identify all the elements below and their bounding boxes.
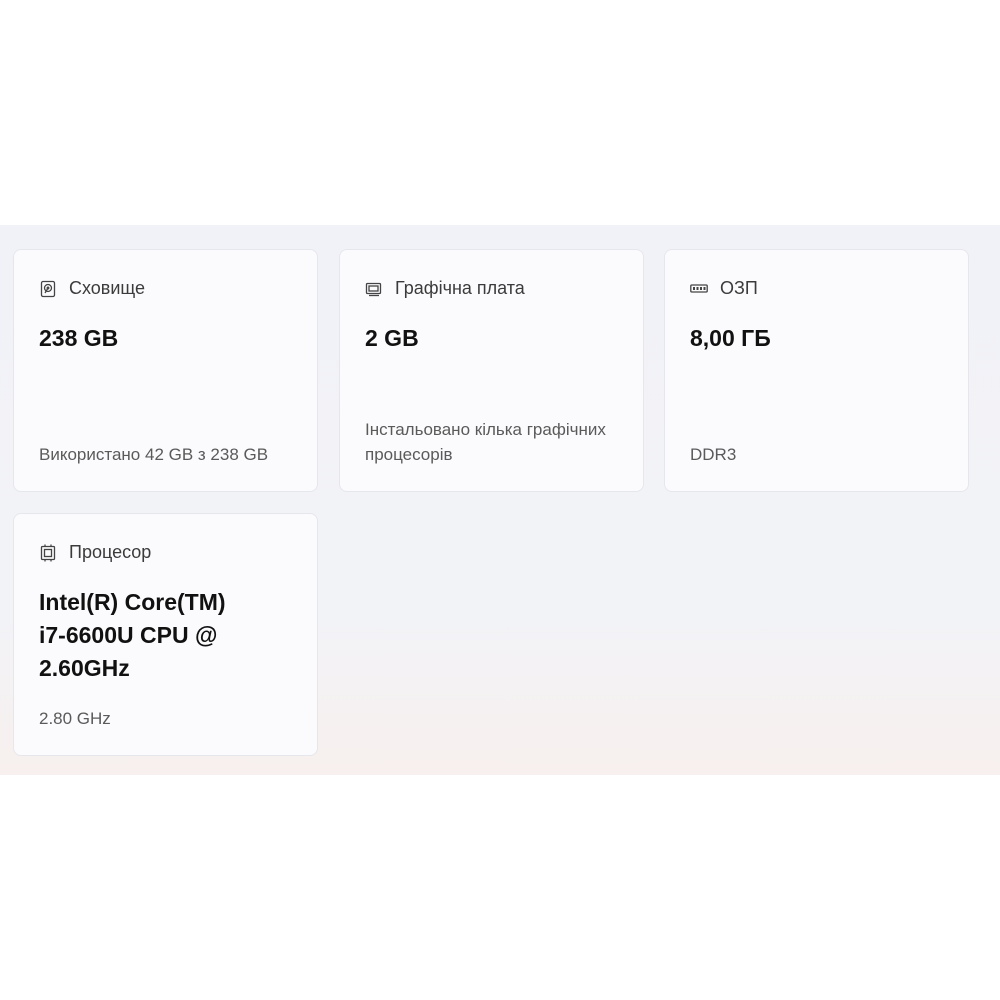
graphics-card-title: Графічна плата (395, 278, 525, 298)
processor-icon (39, 544, 57, 562)
ram-card-value: 8,00 ГБ (690, 325, 771, 351)
graphics-card-card[interactable]: Графічна плата 2 GB Інстальовано кілька … (339, 249, 644, 492)
storage-card-value: 238 GB (39, 325, 119, 351)
storage-card-subtext: Використано 42 GB з 238 GB (39, 445, 269, 464)
storage-card-title: Сховище (69, 278, 146, 298)
device-specs-panel: Сховище 238 GB Використано 42 GB з 238 G… (0, 225, 1000, 775)
graphics-card-value: 2 GB (365, 325, 419, 351)
ram-card-subtext: DDR3 (690, 445, 737, 464)
ram-card-header: ОЗП (690, 278, 758, 299)
processor-card-header: Процесор (39, 542, 151, 563)
storage-icon (39, 280, 57, 298)
processor-card-value: Intel(R) Core(TM) i7-6600U CPU @ 2.60GHz (39, 589, 226, 681)
processor-card-subtext: 2.80 GHz (39, 709, 111, 728)
processor-card[interactable]: Процесор Intel(R) Core(TM) i7-6600U CPU … (13, 513, 318, 756)
ram-icon (690, 280, 708, 298)
graphics-card-header: Графічна плата (365, 278, 525, 299)
processor-card-title: Процесор (69, 542, 152, 562)
graphics-card-icon (365, 280, 383, 298)
storage-card-header: Сховище (39, 278, 145, 299)
storage-card[interactable]: Сховище 238 GB Використано 42 GB з 238 G… (13, 249, 318, 492)
graphics-card-subtext: Інстальовано кілька графічних процесорів (365, 420, 606, 464)
ram-card-title: ОЗП (720, 278, 758, 298)
ram-card[interactable]: ОЗП 8,00 ГБ DDR3 (664, 249, 969, 492)
